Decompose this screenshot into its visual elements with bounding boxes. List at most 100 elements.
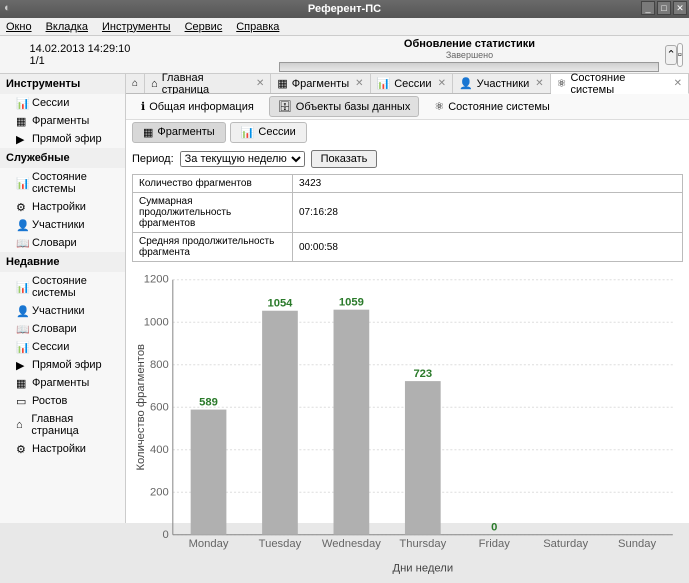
subtab[interactable]: ▦Фрагменты — [132, 122, 226, 143]
sidebar-item[interactable]: ▶Прямой эфир — [0, 130, 125, 148]
menu-service[interactable]: Сервис — [185, 21, 223, 33]
sidebar-item[interactable]: 📖 Словари — [0, 234, 125, 252]
tab-label: Участники — [477, 78, 530, 90]
bar-label: 0 — [491, 522, 497, 534]
bar — [405, 381, 441, 535]
book-icon: 📖 — [16, 237, 28, 249]
sidebar-item[interactable]: ▶Прямой эфир — [0, 356, 125, 374]
sidebar-item-label: Словари — [32, 237, 77, 249]
table-row: Количество фрагментов3423 — [133, 175, 683, 193]
home-icon: ⌂ — [151, 78, 158, 90]
tab-label: Состояние системы — [570, 72, 667, 96]
close-icon[interactable]: ✕ — [674, 78, 682, 89]
sidebar-item[interactable]: ⚙Настройки — [0, 440, 125, 458]
sidebar-item[interactable]: 👤Участники — [0, 302, 125, 320]
home-icon: ⌂ — [16, 419, 27, 431]
sidebar-item[interactable]: ⚙ Настройки — [0, 198, 125, 216]
menu-tools[interactable]: Инструменты — [102, 21, 171, 33]
maximize-button[interactable]: □ — [657, 1, 671, 15]
close-button[interactable]: ✕ — [673, 1, 687, 15]
close-icon[interactable]: ✕ — [256, 78, 264, 89]
tab[interactable]: ▦Фрагменты✕ — [271, 74, 370, 93]
subtab-label: Фрагменты — [157, 126, 214, 138]
bar-label: 723 — [413, 368, 432, 380]
chart-icon: 📊 — [16, 341, 28, 353]
sidebar-item-label: Прямой эфир — [32, 133, 102, 145]
sidebar-item-label: Фрагменты — [32, 377, 89, 389]
menu-tab[interactable]: Вкладка — [46, 21, 88, 33]
menu-window[interactable]: Окно — [6, 21, 32, 33]
tab-label: Главная страница — [162, 72, 250, 96]
subtoolbar-label: Объекты базы данных — [296, 101, 411, 113]
close-icon[interactable]: ✕ — [535, 78, 543, 89]
tab[interactable]: ⌂ Главная страница ✕ — [145, 74, 271, 93]
x-tick-label: Saturday — [543, 538, 588, 550]
gear-icon: ⚙ — [16, 201, 28, 213]
sidebar-item[interactable]: ▦Фрагменты — [0, 374, 125, 392]
sidebar-group-header: Инструменты — [0, 74, 125, 94]
sys-icon: ⚛ — [557, 77, 567, 90]
period-label: Период: — [132, 153, 174, 165]
x-tick-label: Sunday — [618, 538, 656, 550]
toolbar-status-sub: Завершено — [446, 50, 493, 60]
app-icon: ◐ — [4, 2, 11, 14]
minimize-button[interactable]: _ — [641, 1, 655, 15]
sidebar-item[interactable]: 📖Словари — [0, 320, 125, 338]
sidebar-item[interactable]: 📊Состояние системы — [0, 168, 125, 198]
sidebar: Инструменты📊Сессии▦Фрагменты▶Прямой эфир… — [0, 74, 126, 523]
tab[interactable]: 👤Участники✕ — [453, 74, 551, 93]
sidebar-item[interactable]: ▭ Ростов — [0, 392, 125, 410]
frag-icon: ▦ — [16, 115, 28, 127]
sidebar-item[interactable]: ⌂ Главная страница — [0, 410, 125, 440]
svg-text:0: 0 — [162, 529, 168, 541]
tab[interactable]: ⚛Состояние системы ✕ — [551, 74, 689, 94]
stat-value: 00:00:58 — [293, 233, 683, 262]
menubar: Окно Вкладка Инструменты Сервис Справка — [0, 18, 689, 36]
subtoolbar-button[interactable]: 🗄Объекты базы данных — [269, 96, 420, 117]
sidebar-item[interactable]: 📊Сессии — [0, 94, 125, 112]
user-icon: 👤 — [16, 305, 28, 317]
subtoolbar-label: Общая информация — [149, 101, 254, 113]
page-icon: ▭ — [16, 395, 28, 407]
scroll-up-button[interactable]: ⌃ — [665, 45, 676, 65]
chart-icon: 📊 — [16, 281, 28, 293]
x-tick-label: Tuesday — [259, 538, 302, 550]
toolbar-status-left: 14.02.2013 14:29:10 1/1 — [29, 43, 279, 67]
subtab[interactable]: 📊Сессии — [230, 122, 307, 143]
sub-toolbar: ℹОбщая информация 🗄Объекты базы данных⚛Со… — [126, 94, 689, 120]
sidebar-item[interactable]: 📊Состояние системы — [0, 272, 125, 302]
x-axis-label: Дни недели — [393, 563, 454, 575]
sidebar-item-label: Главная страница — [31, 413, 119, 437]
window-titlebar: ◐ Референт-ПС _ □ ✕ — [0, 0, 689, 18]
close-icon[interactable]: ✕ — [438, 78, 446, 89]
chart-icon: 📊 — [16, 97, 28, 109]
toolbar-right-button[interactable]: ▫ — [677, 43, 683, 67]
svg-text:600: 600 — [150, 401, 169, 413]
x-tick-label: Monday — [189, 538, 229, 550]
sidebar-item[interactable]: 📊Сессии — [0, 338, 125, 356]
close-icon[interactable]: ✕ — [355, 78, 363, 89]
tab[interactable]: 📊Сессии✕ — [371, 74, 453, 93]
sidebar-item[interactable]: ▦Фрагменты — [0, 112, 125, 130]
sidebar-item-label: Ростов — [32, 395, 67, 407]
show-button[interactable]: Показать — [311, 150, 378, 168]
stat-label: Количество фрагментов — [133, 175, 293, 193]
table-row: Суммарная продолжительность фрагментов07… — [133, 193, 683, 233]
period-select[interactable]: За текущую неделю — [180, 151, 305, 167]
subtoolbar-button[interactable]: ⚛Состояние системы — [425, 96, 558, 117]
toolbar: 14.02.2013 14:29:10 1/1 Обновление стати… — [0, 36, 689, 74]
sidebar-item[interactable]: 👤Участники — [0, 216, 125, 234]
sidebar-item-label: Настройки — [32, 201, 86, 213]
stats-table: Количество фрагментов3423Суммарная продо… — [132, 174, 683, 262]
x-tick-label: Friday — [479, 538, 511, 550]
sys-icon: ⚛ — [434, 100, 444, 113]
subtoolbar-button[interactable]: ℹОбщая информация — [132, 96, 263, 117]
tab-label: Сессии — [394, 78, 431, 90]
svg-text:200: 200 — [150, 486, 169, 498]
stat-value: 07:16:28 — [293, 193, 683, 233]
chart-icon: 📊 — [16, 177, 28, 189]
svg-text:800: 800 — [150, 359, 169, 371]
tab-home-icon[interactable]: ⌂ — [126, 74, 145, 93]
menu-help[interactable]: Справка — [236, 21, 279, 33]
sidebar-group-header: Служебные — [0, 148, 125, 168]
